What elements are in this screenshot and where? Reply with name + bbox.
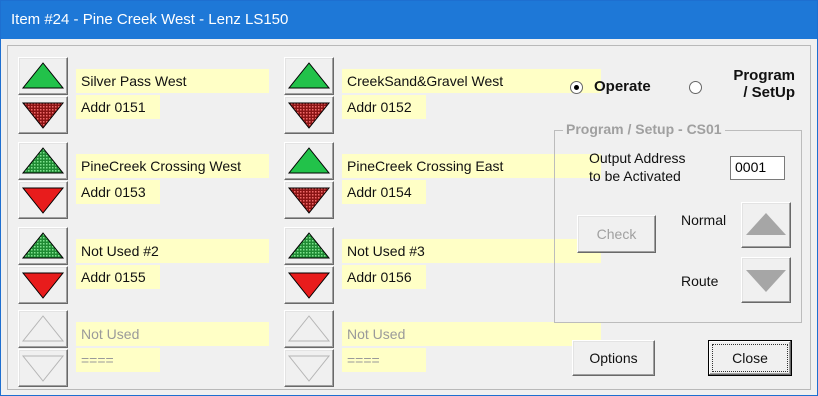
turnout-address-label: Addr 0153 [76,180,160,204]
throw-down-arrow-icon [21,272,65,299]
turnout-name-label: Silver Pass West [76,69,269,93]
turnout-address-label: ==== [342,348,426,372]
turnout-down-button[interactable] [18,181,68,219]
turnout-name-label: Not Used #2 [76,239,269,263]
output-label-line1: Output Address [589,150,686,166]
turnout-up-button[interactable] [284,310,334,348]
client-area: Silver Pass West Addr 0151 CreekSand&Grave… [7,45,811,390]
throw-down-arrow-icon [21,187,65,214]
throw-up-arrow-icon [287,315,331,342]
output-address-input[interactable]: 0001 [730,156,785,180]
throw-up-arrow-icon [287,232,331,259]
title-bar[interactable]: Item #24 - Pine Creek West - Lenz LS150 [1,1,817,39]
turnout-up-button[interactable] [18,227,68,265]
program-setup-group: Program / Setup - CS01 Output Address to… [554,121,802,323]
turnout-down-button[interactable] [284,181,334,219]
program-label-line1: Program [733,67,795,84]
close-focus-ring [712,344,788,372]
turnout-address-label: Addr 0154 [342,180,426,204]
turnout-down-button[interactable] [284,349,334,387]
turnout-down-button[interactable] [284,96,334,134]
turnout-name-label: PineCreek Crossing West [76,154,269,178]
throw-down-arrow-icon [287,272,331,299]
turnout-name-label: Not Used [76,322,269,346]
throw-down-arrow-icon [287,355,331,382]
output-label-line2: to be Activated [589,168,681,184]
route-label: Route [681,273,719,289]
throw-down-arrow-icon [287,187,331,214]
operate-radio-dot [574,85,579,90]
throw-up-arrow-icon [287,147,331,174]
turnout-name-label: Not Used [342,322,601,346]
turnout-address-label: Addr 0152 [342,95,426,119]
program-setup-label[interactable]: Program / SetUp [719,67,795,101]
turnout-down-button[interactable] [284,266,334,304]
program-setup-group-title: Program / Setup - CS01 [563,121,725,137]
throw-down-arrow-icon [21,102,65,129]
turnout-up-button[interactable] [18,57,68,95]
route-button[interactable] [741,257,791,303]
turnout-control-window: Item #24 - Pine Creek West - Lenz LS150 … [0,0,818,396]
program-label-line2: / SetUp [743,84,795,101]
normal-button[interactable] [741,202,791,248]
operate-label[interactable]: Operate [594,78,651,95]
options-button[interactable]: Options [572,340,655,376]
operate-radio[interactable] [570,81,583,94]
turnout-up-button[interactable] [284,227,334,265]
check-button[interactable]: Check [577,215,656,253]
throw-down-arrow-icon [287,102,331,129]
turnout-address-label: Addr 0155 [76,265,160,289]
throw-down-arrow-icon [21,355,65,382]
throw-up-arrow-icon [21,315,65,342]
turnout-up-button[interactable] [18,310,68,348]
turnout-down-button[interactable] [18,266,68,304]
throw-up-arrow-icon [21,62,65,89]
normal-label: Normal [681,212,727,228]
turnout-address-label: Addr 0151 [76,95,160,119]
turnout-down-button[interactable] [18,96,68,134]
turnout-address-label: Addr 0156 [342,265,426,289]
turnout-down-button[interactable] [18,349,68,387]
throw-up-arrow-icon [21,147,65,174]
output-address-label: Output Address to be Activated [589,149,686,185]
throw-up-arrow-icon [287,62,331,89]
turnout-up-button[interactable] [18,142,68,180]
throw-up-arrow-icon [21,232,65,259]
program-setup-radio[interactable] [689,81,702,94]
route-arrow-down-icon [746,270,786,292]
normal-arrow-up-icon [746,213,786,235]
turnout-name-label: CreekSand&Gravel West [342,69,601,93]
turnout-up-button[interactable] [284,142,334,180]
turnout-address-label: ==== [76,348,160,372]
close-button[interactable]: Close [708,340,792,376]
turnout-up-button[interactable] [284,57,334,95]
window-title: Item #24 - Pine Creek West - Lenz LS150 [11,11,289,28]
